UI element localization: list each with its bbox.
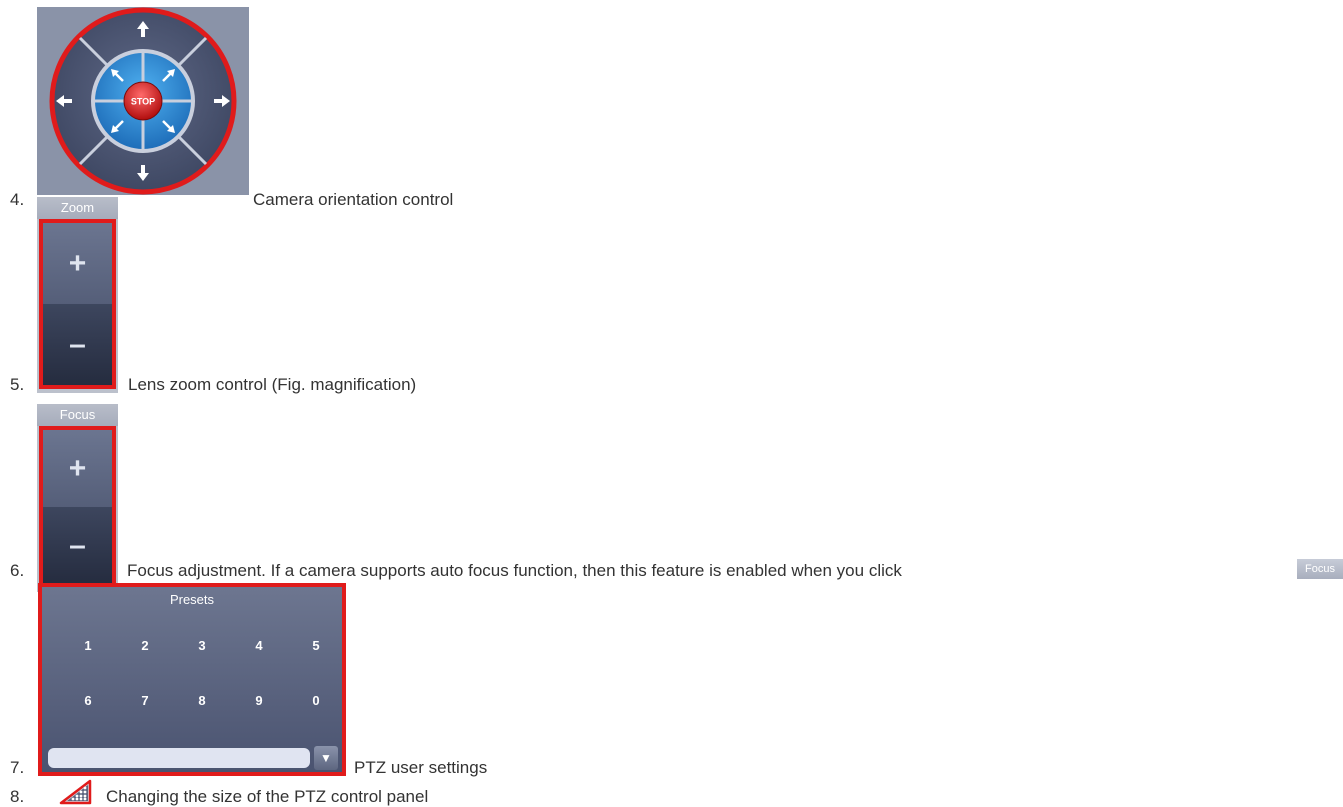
focus-buttons-frame: + – [39, 426, 116, 588]
resize-grip-icon[interactable] [59, 779, 92, 805]
item-number: 8. [10, 787, 25, 806]
zoom-in-button[interactable]: + [43, 223, 112, 305]
zoom-control: Zoom + – [37, 197, 118, 393]
zoom-buttons-frame: + – [39, 219, 116, 389]
item-number: 5. [10, 375, 25, 394]
preset-button-3[interactable]: 3 [187, 633, 217, 659]
item-number: 6. [10, 561, 25, 580]
joystick-graphic: STOP [49, 7, 237, 195]
preset-button-5[interactable]: 5 [301, 633, 331, 659]
preset-button-4[interactable]: 4 [244, 633, 274, 659]
zoom-out-button[interactable]: – [43, 304, 112, 385]
zoom-title: Zoom [37, 197, 118, 219]
focus-control: Focus + – [37, 404, 118, 592]
focus-near-button[interactable]: + [43, 430, 112, 508]
presets-panel: Presets 1 2 3 4 5 6 7 8 9 0 ▼ [38, 583, 346, 776]
preset-button-0[interactable]: 0 [301, 688, 331, 714]
focus-title: Focus [37, 404, 118, 426]
camera-orientation-joystick: STOP [37, 7, 249, 195]
focus-far-button[interactable]: – [43, 507, 112, 584]
preset-button-7[interactable]: 7 [130, 688, 160, 714]
stop-label: STOP [131, 97, 155, 107]
item-description: Changing the size of the PTZ control pan… [106, 787, 429, 806]
presets-dropdown-button[interactable]: ▼ [314, 746, 338, 770]
preset-button-1[interactable]: 1 [73, 633, 103, 659]
chevron-down-icon: ▼ [320, 751, 332, 765]
preset-button-8[interactable]: 8 [187, 688, 217, 714]
item-number: 4. [10, 190, 25, 209]
item-number: 7. [10, 758, 25, 777]
presets-title: Presets [169, 592, 215, 607]
item-description: PTZ user settings [354, 758, 488, 777]
item-description: Camera orientation control [253, 190, 454, 209]
preset-name-input[interactable] [48, 748, 310, 768]
item-description: Focus adjustment. If a camera supports a… [127, 561, 902, 580]
preset-button-2[interactable]: 2 [130, 633, 160, 659]
item-description: Lens zoom control (Fig. magnification) [128, 375, 417, 394]
stop-button[interactable]: STOP [123, 81, 163, 121]
preset-button-6[interactable]: 6 [73, 688, 103, 714]
preset-button-9[interactable]: 9 [244, 688, 274, 714]
focus-auto-button[interactable]: Focus [1297, 559, 1343, 579]
